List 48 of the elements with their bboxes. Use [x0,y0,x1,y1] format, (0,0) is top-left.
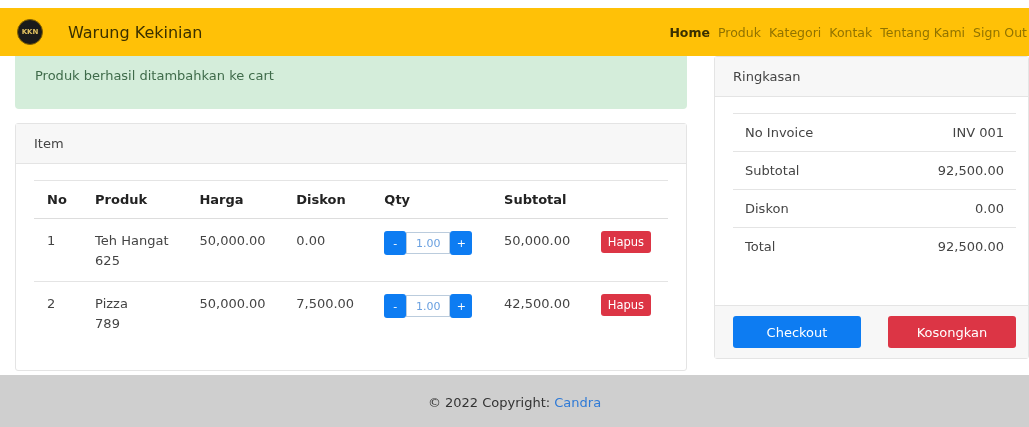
card-header: Item [16,124,686,164]
summary-label: Subtotal [745,163,800,178]
column-header: Subtotal [491,180,588,219]
column-header: No [34,180,83,219]
table-cell: 50,000.00 [491,218,588,282]
table-cell: 7,500.00 [283,281,372,344]
table-cell: 50,000.00 [186,218,284,282]
author-link[interactable]: Candra [554,394,602,410]
nav-link[interactable]: Home [669,24,710,40]
column-header: Harga [186,180,284,219]
nav-link[interactable]: Tentang Kami [880,24,966,40]
summary-value: INV 001 [952,125,1004,140]
delete-button[interactable]: Hapus [600,231,652,253]
table-cell: 50,000.00 [186,281,284,344]
increase-button[interactable]: + [450,231,473,255]
table-cell: 42,500.00 [491,281,588,344]
brand-name[interactable]: Warung Kekinian [68,22,203,42]
column-header: Qty [371,180,492,219]
checkout-button[interactable]: Checkout [733,316,861,348]
decrease-button[interactable]: - [384,294,407,318]
decrease-button[interactable]: - [384,231,407,255]
product-code: 625 [95,252,121,270]
quantity-field[interactable]: 1.00 [406,232,451,254]
summary-label: Total [745,239,776,254]
delete-button[interactable]: Hapus [600,294,652,316]
nav-link[interactable]: Kategori [768,24,822,40]
column-header: Produk [82,180,187,219]
summary-value: 92,500.00 [937,239,1004,254]
nav-link[interactable]: Produk [717,24,761,40]
column-header: Diskon [283,180,372,219]
product-name: Pizza [95,295,129,313]
clear-button[interactable]: Kosongkan [888,316,1016,348]
success-alert: Produk berhasil ditambahkan ke cart [15,56,687,109]
summary-label: No Invoice [745,125,814,140]
card-header: Ringkasan [715,57,1028,97]
nav-link[interactable]: Kontak [829,24,873,40]
summary-value: 92,500.00 [937,163,1004,178]
table-cell: 1 [34,218,83,282]
copyright-text: © 2022 Copyright: [427,394,552,410]
table-cell: 2 [34,281,83,344]
summary-label: Diskon [745,201,789,216]
summary-value: 0.00 [975,201,1004,216]
product-name: Teh Hangat [95,232,170,250]
increase-button[interactable]: + [450,294,473,318]
product-code: 789 [95,315,121,333]
table-cell: 0.00 [283,218,372,282]
nav-link[interactable]: Sign Out [973,24,1027,40]
quantity-field[interactable]: 1.00 [406,295,451,317]
